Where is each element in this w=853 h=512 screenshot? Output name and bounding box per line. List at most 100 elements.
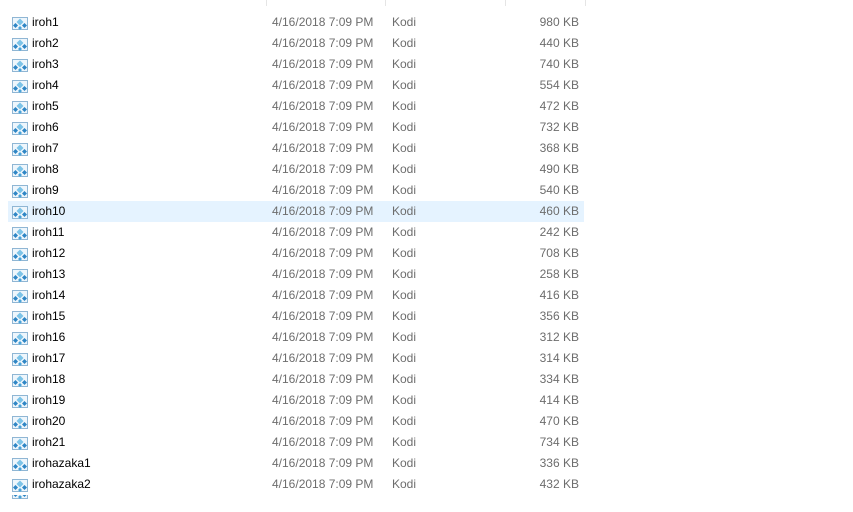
file-name: iroh19 (32, 393, 66, 407)
file-name: iroh21 (32, 435, 66, 449)
file-size: 334 KB (539, 372, 579, 386)
file-type: Kodi (392, 225, 417, 239)
file-name: iroh14 (32, 288, 66, 302)
file-row[interactable]: iroh10 4/16/2018 7:09 PM Kodi 460 KB (8, 201, 584, 222)
file-size: 242 KB (539, 225, 579, 239)
kodi-file-icon (12, 162, 28, 178)
file-date-modified: 4/16/2018 7:09 PM (272, 225, 374, 239)
file-type: Kodi (392, 120, 417, 134)
file-row[interactable]: iroh4 4/16/2018 7:09 PM Kodi 554 KB (8, 75, 584, 96)
column-divider-size-end[interactable] (585, 0, 586, 6)
file-name: iroh18 (32, 372, 66, 386)
file-row[interactable]: iroh17 4/16/2018 7:09 PM Kodi 314 KB (8, 348, 584, 369)
file-size: 356 KB (539, 309, 579, 323)
file-date-modified: 4/16/2018 7:09 PM (272, 57, 374, 71)
file-name: iroh5 (32, 99, 59, 113)
partial-row-container: irohazaka3 4/16/2018 7:09 PM Kodi 338 KB (8, 495, 584, 500)
file-type: Kodi (392, 78, 417, 92)
file-size: 336 KB (539, 456, 579, 470)
file-size: 440 KB (539, 36, 579, 50)
file-size: 708 KB (539, 246, 579, 260)
file-date-modified: 4/16/2018 7:09 PM (272, 288, 374, 302)
file-name: iroh15 (32, 309, 66, 323)
file-size: 540 KB (539, 183, 579, 197)
file-row[interactable]: iroh21 4/16/2018 7:09 PM Kodi 734 KB (8, 432, 584, 453)
kodi-file-icon (12, 456, 28, 472)
file-name: iroh12 (32, 246, 66, 260)
file-row[interactable]: iroh9 4/16/2018 7:09 PM Kodi 540 KB (8, 180, 584, 201)
file-size: 740 KB (539, 57, 579, 71)
file-type: Kodi (392, 99, 417, 113)
kodi-file-icon (12, 183, 28, 199)
kodi-file-icon (12, 435, 28, 451)
file-row[interactable]: iroh3 4/16/2018 7:09 PM Kodi 740 KB (8, 54, 584, 75)
column-divider-name-date[interactable] (266, 0, 267, 6)
file-type: Kodi (392, 141, 417, 155)
file-row[interactable]: iroh6 4/16/2018 7:09 PM Kodi 732 KB (8, 117, 584, 138)
file-row[interactable]: iroh20 4/16/2018 7:09 PM Kodi 470 KB (8, 411, 584, 432)
kodi-file-icon (12, 99, 28, 115)
file-size: 258 KB (539, 267, 579, 281)
file-row[interactable]: iroh11 4/16/2018 7:09 PM Kodi 242 KB (8, 222, 584, 243)
file-date-modified: 4/16/2018 7:09 PM (272, 456, 374, 470)
file-row[interactable]: iroh5 4/16/2018 7:09 PM Kodi 472 KB (8, 96, 584, 117)
file-date-modified: 4/16/2018 7:09 PM (272, 36, 374, 50)
file-row[interactable]: iroh7 4/16/2018 7:09 PM Kodi 368 KB (8, 138, 584, 159)
file-type: Kodi (392, 477, 417, 491)
file-name: iroh6 (32, 120, 59, 134)
kodi-file-icon (12, 225, 28, 241)
file-row-partial[interactable]: irohazaka3 4/16/2018 7:09 PM Kodi 338 KB (8, 495, 584, 500)
file-type: Kodi (392, 267, 417, 281)
file-name: iroh16 (32, 330, 66, 344)
file-size: 472 KB (539, 99, 579, 113)
file-type: Kodi (392, 495, 492, 500)
file-name: irohazaka2 (32, 477, 91, 491)
file-date-modified: 4/16/2018 7:09 PM (272, 204, 374, 218)
file-name: irohazaka1 (32, 456, 91, 470)
file-date-modified: 4/16/2018 7:09 PM (272, 99, 374, 113)
file-date-modified: 4/16/2018 7:09 PM (272, 372, 374, 386)
kodi-file-icon (12, 495, 28, 500)
file-type: Kodi (392, 162, 417, 176)
file-row[interactable]: iroh16 4/16/2018 7:09 PM Kodi 312 KB (8, 327, 584, 348)
kodi-file-icon (12, 57, 28, 73)
file-row[interactable]: irohazaka1 4/16/2018 7:09 PM Kodi 336 KB (8, 453, 584, 474)
file-row[interactable]: iroh2 4/16/2018 7:09 PM Kodi 440 KB (8, 33, 584, 54)
kodi-file-icon (12, 141, 28, 157)
file-date-modified: 4/16/2018 7:09 PM (272, 78, 374, 92)
kodi-file-icon (12, 15, 28, 31)
file-row[interactable]: irohazaka2 4/16/2018 7:09 PM Kodi 432 KB (8, 474, 584, 495)
column-divider-date-type[interactable] (385, 0, 386, 6)
file-row[interactable]: iroh13 4/16/2018 7:09 PM Kodi 258 KB (8, 264, 584, 285)
file-size: 734 KB (539, 435, 579, 449)
file-name: iroh9 (32, 183, 59, 197)
file-size: 490 KB (539, 162, 579, 176)
file-row[interactable]: iroh18 4/16/2018 7:09 PM Kodi 334 KB (8, 369, 584, 390)
file-size: 416 KB (539, 288, 579, 302)
kodi-file-icon (12, 288, 28, 304)
file-date-modified: 4/16/2018 7:09 PM (272, 141, 374, 155)
file-date-modified: 4/16/2018 7:09 PM (272, 435, 374, 449)
file-row[interactable]: iroh1 4/16/2018 7:09 PM Kodi 980 KB (8, 12, 584, 33)
kodi-file-icon (12, 246, 28, 262)
file-row[interactable]: iroh19 4/16/2018 7:09 PM Kodi 414 KB (8, 390, 584, 411)
file-rows: iroh1 4/16/2018 7:09 PM Kodi 980 KB iroh… (8, 12, 584, 495)
file-date-modified: 4/16/2018 7:09 PM (272, 477, 374, 491)
file-type: Kodi (392, 36, 417, 50)
file-date-modified: 4/16/2018 7:09 PM (272, 309, 374, 323)
file-size: 732 KB (539, 120, 579, 134)
file-type: Kodi (392, 246, 417, 260)
file-row[interactable]: iroh15 4/16/2018 7:09 PM Kodi 356 KB (8, 306, 584, 327)
file-row[interactable]: iroh12 4/16/2018 7:09 PM Kodi 708 KB (8, 243, 584, 264)
file-list-view: iroh1 4/16/2018 7:09 PM Kodi 980 KB iroh… (0, 0, 853, 500)
file-type: Kodi (392, 309, 417, 323)
file-name: iroh20 (32, 414, 66, 428)
file-date-modified: 4/16/2018 7:09 PM (272, 414, 374, 428)
file-date-modified: 4/16/2018 7:09 PM (272, 393, 374, 407)
column-divider-type-size[interactable] (505, 0, 506, 6)
file-name: iroh1 (32, 15, 59, 29)
file-size: 460 KB (539, 204, 579, 218)
file-row[interactable]: iroh14 4/16/2018 7:09 PM Kodi 416 KB (8, 285, 584, 306)
file-row[interactable]: iroh8 4/16/2018 7:09 PM Kodi 490 KB (8, 159, 584, 180)
file-size: 368 KB (539, 141, 579, 155)
